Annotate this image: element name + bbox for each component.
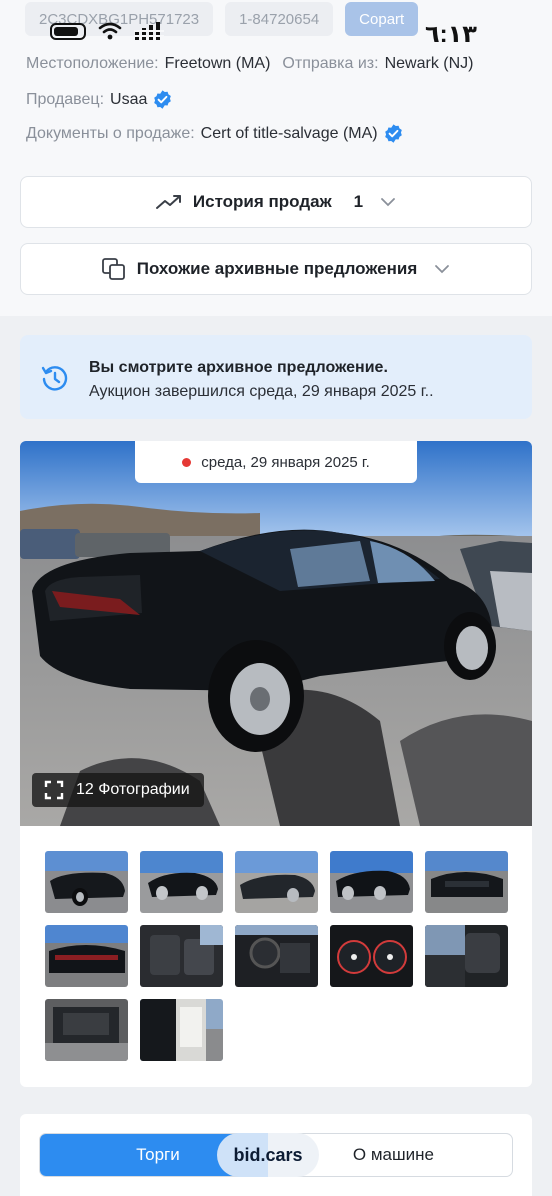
- photos-count-label: 12 Фотографии: [76, 781, 190, 798]
- documents-label: Документы о продаже:: [26, 124, 195, 142]
- location-label: Местоположение:: [26, 55, 159, 72]
- thumbnail-grid: [45, 851, 515, 1061]
- photo-thumbnail[interactable]: [140, 925, 223, 987]
- photo-thumbnail[interactable]: [235, 851, 318, 913]
- similar-offers-accordion[interactable]: Похожие архивные предложения: [20, 243, 532, 295]
- bidcars-logo: bid.cars: [217, 1133, 319, 1177]
- chevron-down-icon: [381, 198, 396, 207]
- auction-date: среда, 29 января 2025 г.: [201, 453, 370, 471]
- photo-thumbnail[interactable]: [330, 851, 413, 913]
- fullscreen-photos-button[interactable]: 12 Фотографии: [32, 773, 204, 807]
- sales-history-accordion[interactable]: История продаж 1: [20, 176, 532, 228]
- documents-value: Cert of title-salvage (MA): [200, 124, 378, 142]
- auction-brand-chip[interactable]: Copart: [345, 2, 419, 36]
- archive-notice: Вы смотрите архивное предложение. Аукцио…: [20, 335, 532, 419]
- location-value: Freetown (MA): [164, 55, 271, 72]
- verified-badge-icon: [154, 90, 172, 109]
- photo-gallery: среда, 29 января 2025 г. 12 Фотографии: [20, 441, 532, 1087]
- ship-from-label: Отправка из:: [282, 55, 379, 72]
- status-bar: [50, 22, 164, 40]
- photo-thumbnail[interactable]: [425, 851, 508, 913]
- sales-history-count: 1: [353, 192, 364, 211]
- clock: ٦:١٣: [425, 21, 477, 48]
- auction-date-pill: среда, 29 января 2025 г.: [135, 441, 417, 483]
- seller-row: Продавец: Usaa: [26, 89, 173, 110]
- photo-thumbnail[interactable]: [45, 851, 128, 913]
- signal-icon: [134, 22, 164, 40]
- photo-thumbnail[interactable]: [330, 925, 413, 987]
- notice-text: Аукцион завершился среда, 29 января 2025…: [89, 383, 434, 400]
- expand-icon: [44, 780, 64, 800]
- bottom-tab-card: Торги О машине bid.cars: [20, 1114, 532, 1196]
- documents-row: Документы о продаже: Cert of title-salva…: [26, 123, 404, 144]
- photo-thumbnail[interactable]: [140, 999, 223, 1061]
- photo-thumbnail[interactable]: [425, 925, 508, 987]
- seller-label: Продавец:: [26, 90, 105, 108]
- seller-value: Usaa: [110, 90, 148, 108]
- history-icon: [41, 366, 68, 391]
- vehicle-info-card: 2C3CDXBG1PH571723 1-84720654 Copart ٦:١٣…: [0, 0, 552, 316]
- chevron-down-icon: [435, 265, 450, 274]
- photo-thumbnail[interactable]: [45, 999, 128, 1061]
- ship-from-value: Newark (NJ): [384, 55, 474, 72]
- live-dot-icon: [182, 457, 192, 467]
- wifi-icon: [98, 22, 122, 40]
- verified-badge-icon: [384, 124, 402, 143]
- location-row: Местоположение: Freetown (MA) Отправка и…: [26, 55, 473, 73]
- copy-icon: [101, 258, 125, 280]
- similar-offers-label: Похожие архивные предложения: [136, 259, 418, 278]
- photo-thumbnail[interactable]: [235, 925, 318, 987]
- trend-up-icon: [155, 195, 181, 209]
- battery-icon: [50, 22, 86, 40]
- sales-history-label: История продаж: [192, 192, 332, 211]
- photo-thumbnail[interactable]: [140, 851, 223, 913]
- bidcars-logo-text: bid.cars: [233, 1144, 303, 1165]
- photo-thumbnail[interactable]: [45, 925, 128, 987]
- notice-title: Вы смотрите архивное предложение.: [89, 359, 388, 376]
- lot-chip[interactable]: 1-84720654: [225, 2, 334, 36]
- main-vehicle-photo[interactable]: [20, 441, 532, 826]
